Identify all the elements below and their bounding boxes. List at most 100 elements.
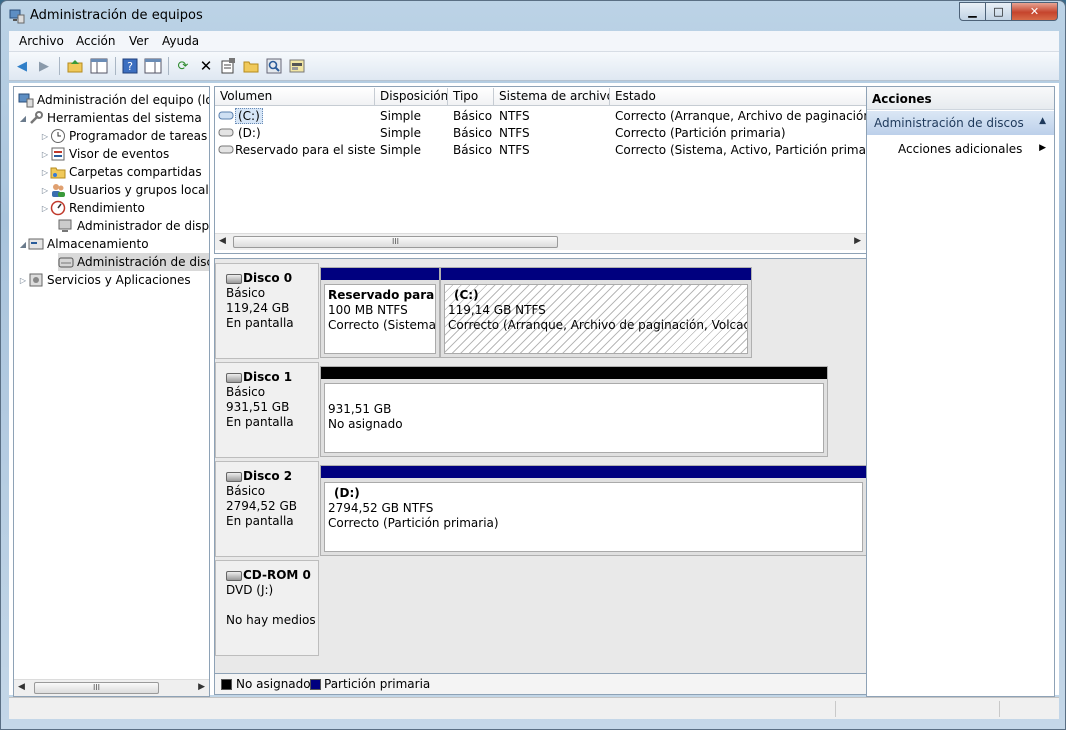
column-header-status[interactable]: Estado <box>610 88 867 106</box>
show-hide-action-pane-icon[interactable] <box>144 57 162 75</box>
tree-item-shared-folders[interactable]: ▷ Carpetas compartidas <box>40 163 202 181</box>
expand-arrow-icon[interactable]: ▷ <box>40 204 50 213</box>
tree-label: Herramientas del sistema <box>47 111 202 125</box>
expand-arrow-icon[interactable]: ▷ <box>40 186 50 195</box>
tree-item-disk-management[interactable]: Administración de disco <box>58 253 210 271</box>
scroll-left-icon[interactable]: ◀ <box>18 682 25 692</box>
svg-text:?: ? <box>127 60 133 73</box>
disk-management-icon <box>58 254 74 270</box>
partition-d[interactable]: (D:) 2794,52 GB NTFS Correcto (Partición… <box>320 465 867 556</box>
disk-size: 119,24 GB <box>226 301 290 315</box>
column-header-filesystem[interactable]: Sistema de archivos <box>494 88 610 106</box>
tree-item-storage[interactable]: ◢ Almacenamiento <box>18 235 149 253</box>
tree-label: Almacenamiento <box>47 237 149 251</box>
collapse-arrow-icon[interactable]: ◢ <box>18 114 28 123</box>
volume-status: Correcto (Sistema, Activo, Partición pri… <box>615 143 867 157</box>
scroll-left-icon[interactable]: ◀ <box>219 236 226 246</box>
actions-pane: Acciones Administración de discos ▲ Acci… <box>866 86 1055 697</box>
back-icon[interactable]: ◀ <box>13 57 31 75</box>
partition-body: (C:) 119,14 GB NTFS Correcto (Arranque, … <box>444 284 748 354</box>
expand-arrow-icon[interactable]: ▷ <box>40 150 50 159</box>
expand-arrow-icon[interactable]: ▷ <box>18 276 28 285</box>
minimize-button[interactable]: ▁ <box>959 2 986 21</box>
disk-kind: Básico <box>226 484 266 498</box>
disk-properties-icon[interactable] <box>288 57 306 75</box>
partition-status: Correcto (Sistema, A <box>328 318 436 332</box>
volume-status: Correcto (Partición primaria) <box>615 126 786 140</box>
delete-icon[interactable]: ✕ <box>197 57 215 75</box>
forward-icon[interactable]: ▶ <box>35 57 53 75</box>
volume-type: Básico <box>453 109 493 123</box>
tree-item-local-users[interactable]: ▷ Usuarios y grupos locale <box>40 181 210 199</box>
open-folder-icon[interactable] <box>242 57 260 75</box>
expand-arrow-icon[interactable]: ▷ <box>40 168 50 177</box>
menu-accion[interactable]: Acción <box>76 34 115 48</box>
scroll-thumb[interactable]: III <box>34 682 159 694</box>
tree-item-event-viewer[interactable]: ▷ Visor de eventos <box>40 145 169 163</box>
column-header-volume[interactable]: Volumen <box>215 88 375 106</box>
tree-item-device-manager[interactable]: Administrador de dispo <box>58 217 210 235</box>
submenu-arrow-icon[interactable]: ▶ <box>1039 143 1046 153</box>
scroll-right-icon[interactable]: ▶ <box>198 682 205 692</box>
scroll-right-icon[interactable]: ▶ <box>854 236 861 246</box>
services-icon <box>28 272 44 288</box>
show-hide-tree-icon[interactable] <box>90 57 108 75</box>
disk-2-label[interactable]: Disco 2 Básico 2794,52 GB En pantalla <box>215 461 319 557</box>
menu-ayuda[interactable]: Ayuda <box>162 34 199 48</box>
disk-size: 2794,52 GB <box>226 499 297 513</box>
menu-ver[interactable]: Ver <box>129 34 149 48</box>
tree-label: Administración de disco <box>77 255 210 269</box>
partition-size: 119,14 GB NTFS <box>448 303 546 317</box>
actions-section-disk-management[interactable]: Administración de discos ▲ <box>867 111 1054 135</box>
status-bar <box>9 697 1059 719</box>
close-button[interactable]: ✕ <box>1011 2 1058 21</box>
expand-arrow-icon[interactable]: ▷ <box>40 132 50 141</box>
volume-fs: NTFS <box>499 126 530 140</box>
drive-icon <box>218 108 236 125</box>
volume-status: Correcto (Arranque, Archivo de paginació… <box>615 109 867 123</box>
column-header-type[interactable]: Tipo <box>448 88 494 106</box>
tree-item-performance[interactable]: ▷ Rendimiento <box>40 199 145 217</box>
maximize-button[interactable]: □ <box>985 2 1012 21</box>
tree-horizontal-scrollbar[interactable]: ◀ III ▶ <box>14 679 209 696</box>
tree-label: Usuarios y grupos locale <box>69 183 210 197</box>
title-bar[interactable]: Administración de equipos ▁ □ ✕ <box>1 1 1065 31</box>
cdrom-0-label[interactable]: CD-ROM 0 DVD (J:) No hay medios <box>215 560 319 656</box>
partition-unallocated[interactable]: 931,51 GB No asignado <box>320 366 828 457</box>
properties-icon[interactable] <box>219 57 237 75</box>
collapse-up-icon[interactable]: ▲ <box>1039 116 1046 126</box>
tree-label: Administrador de dispo <box>77 219 210 233</box>
partition-reserved[interactable]: Reservado para el s 100 MB NTFS Correcto… <box>320 267 440 358</box>
disk-1-label[interactable]: Disco 1 Básico 931,51 GB En pantalla <box>215 362 319 458</box>
search-icon[interactable] <box>265 57 283 75</box>
partition-status: Correcto (Arranque, Archivo de paginació… <box>448 318 748 332</box>
tree-item-services-apps[interactable]: ▷ Servicios y Aplicaciones <box>18 271 191 289</box>
help-icon[interactable]: ? <box>121 57 139 75</box>
actions-section-label: Administración de discos <box>874 116 1024 130</box>
column-header-layout[interactable]: Disposición <box>375 88 448 106</box>
volume-type: Básico <box>453 126 493 140</box>
tree-item-computer-management[interactable]: Administración del equipo (loc <box>18 91 209 109</box>
up-folder-icon[interactable] <box>66 57 84 75</box>
menu-archivo[interactable]: Archivo <box>19 34 64 48</box>
partition-bar <box>321 466 866 478</box>
more-actions-label: Acciones adicionales <box>898 142 1023 156</box>
collapse-arrow-icon[interactable]: ◢ <box>18 240 28 249</box>
computer-management-icon <box>18 92 34 108</box>
event-viewer-icon <box>50 146 66 162</box>
refresh-icon[interactable]: ⟳ <box>174 57 192 75</box>
main-content: Administración del equipo (loc ◢ Herrami… <box>9 83 1059 697</box>
scroll-thumb[interactable]: III <box>233 236 558 248</box>
window-title: Administración de equipos <box>30 8 203 23</box>
disk-0-label[interactable]: Disco 0 Básico 119,24 GB En pantalla <box>215 263 319 359</box>
volume-fs: NTFS <box>499 143 530 157</box>
legend-swatch-unallocated <box>221 679 232 690</box>
volume-horizontal-scrollbar[interactable]: ◀ III ▶ <box>215 233 867 250</box>
partition-c[interactable]: (C:) 119,14 GB NTFS Correcto (Arranque, … <box>440 267 752 358</box>
tree-label: Carpetas compartidas <box>69 165 202 179</box>
more-actions-item[interactable]: Acciones adicionales <box>898 142 1022 156</box>
window: Administración de equipos ▁ □ ✕ Archivo … <box>0 0 1066 730</box>
tree-item-system-tools[interactable]: ◢ Herramientas del sistema <box>18 109 202 127</box>
volume-layout: Simple <box>380 109 421 123</box>
tree-item-task-scheduler[interactable]: ▷ Programador de tareas <box>40 127 207 145</box>
